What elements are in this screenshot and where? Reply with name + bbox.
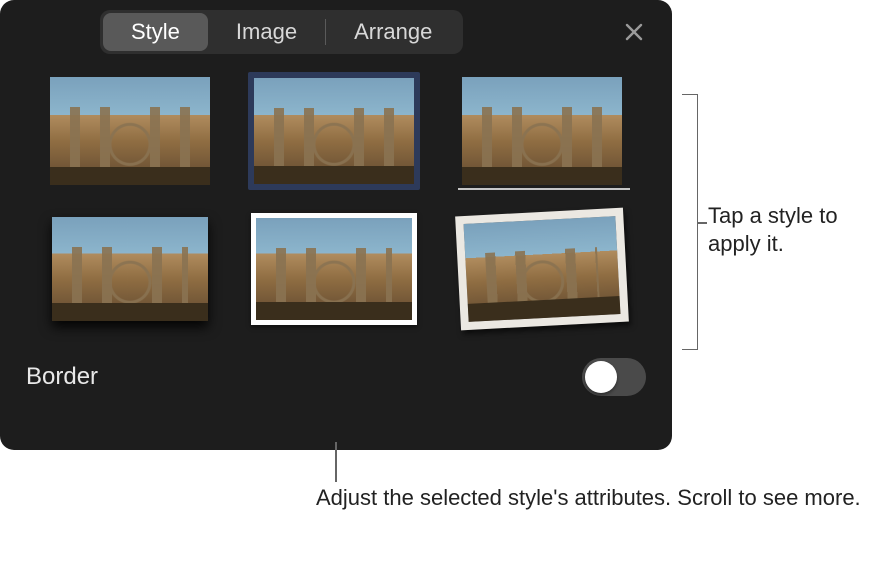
tab-image[interactable]: Image [208,13,325,51]
panel-header: Style Image Arrange [20,10,652,54]
close-icon[interactable] [622,20,646,44]
callout-bracket [682,94,698,350]
style-option-dark-frame[interactable] [248,72,420,190]
style-option-reflection[interactable] [458,72,626,190]
tab-style[interactable]: Style [103,13,208,51]
border-label: Border [26,363,98,391]
tab-arrange[interactable]: Arrange [326,13,460,51]
callout-bottom: Adjust the selected style's attributes. … [316,484,861,512]
style-option-white-border[interactable] [248,210,420,328]
callout-lead-line [335,442,337,482]
border-row: Border [20,358,652,396]
style-option-plain[interactable] [50,72,210,190]
format-panel: Style Image Arrange Border [0,0,672,450]
style-option-drop-shadow[interactable] [50,210,210,328]
style-grid [20,72,652,328]
border-toggle[interactable] [582,358,646,396]
style-option-polaroid[interactable] [455,206,629,333]
callout-top: Tap a style to apply it. [708,202,883,257]
tab-bar: Style Image Arrange [100,10,463,54]
toggle-knob [585,361,617,393]
